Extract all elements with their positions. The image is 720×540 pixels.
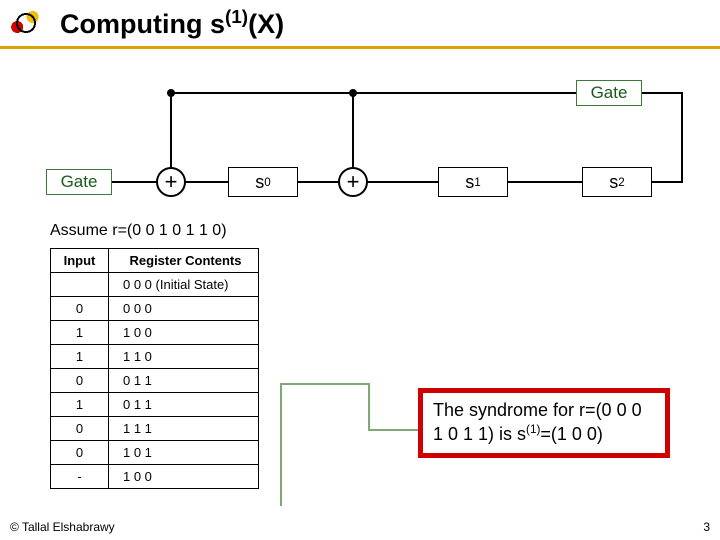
cell-input: 1 (51, 393, 109, 417)
table-row: 11 1 0 (51, 345, 259, 369)
cell-register: 1 1 1 (109, 417, 259, 441)
table-row: -1 0 0 (51, 465, 259, 489)
cell-input: 0 (51, 369, 109, 393)
footer-page-number: 3 (703, 520, 710, 534)
callout-line-h2 (368, 429, 418, 431)
cell-input: 0 (51, 441, 109, 465)
table-row: 00 1 1 (51, 369, 259, 393)
table-row: 01 0 1 (51, 441, 259, 465)
th-input: Input (51, 249, 109, 273)
table-row: 0 0 0 (Initial State) (51, 273, 259, 297)
assume-text: Assume r=(0 0 1 0 1 1 0) (50, 222, 227, 240)
wire-feedback-right (681, 92, 683, 183)
cell-input: 1 (51, 321, 109, 345)
wire-feedback-right-h (642, 92, 683, 94)
table-row: 01 1 1 (51, 417, 259, 441)
adder-1: + (156, 167, 186, 197)
title-rule (0, 46, 720, 49)
table-row: 11 0 0 (51, 321, 259, 345)
callout-line-h1 (280, 383, 370, 385)
cell-register: 0 0 0 (109, 297, 259, 321)
cell-register: 1 0 1 (109, 441, 259, 465)
table-body: 0 0 0 (Initial State)00 0 011 0 011 1 00… (51, 273, 259, 489)
table-header-row: Input Register Contents (51, 249, 259, 273)
th-reg: Register Contents (109, 249, 259, 273)
node-tap-1 (167, 89, 175, 97)
cell-register: 0 0 0 (Initial State) (109, 273, 259, 297)
cell-register: 1 0 0 (109, 465, 259, 489)
register-s1: s1 (438, 167, 508, 197)
slide-header: Computing s(1)(X) (0, 0, 720, 46)
cell-register: 0 1 1 (109, 369, 259, 393)
callout-line-v2 (368, 383, 370, 431)
cell-input (51, 273, 109, 297)
logo-icon (4, 3, 48, 43)
input-gate-box: Gate (46, 169, 112, 195)
wire-fb-to-adder1 (170, 92, 172, 168)
cell-input: 0 (51, 297, 109, 321)
table-row: 00 0 0 (51, 297, 259, 321)
wire-fb-to-adder2 (352, 92, 354, 168)
slide-footer: © Tallal Elshabrawy 3 (10, 520, 710, 534)
cell-input: 1 (51, 345, 109, 369)
callout-line-v1 (280, 383, 282, 506)
cell-register: 1 1 0 (109, 345, 259, 369)
syndrome-result-box: The syndrome for r=(0 0 0 1 0 1 1) is s(… (418, 388, 670, 458)
register-s0: s0 (228, 167, 298, 197)
cell-input: - (51, 465, 109, 489)
cell-register: 0 1 1 (109, 393, 259, 417)
register-s2: s2 (582, 167, 652, 197)
adder-2: + (338, 167, 368, 197)
lfsr-circuit: Gate Gate + s0 + s1 s2 (0, 60, 720, 220)
state-table: Input Register Contents 0 0 0 (Initial S… (50, 248, 259, 489)
cell-input: 0 (51, 417, 109, 441)
feedback-gate-box: Gate (576, 80, 642, 106)
footer-copyright: © Tallal Elshabrawy (10, 520, 115, 534)
slide-title: Computing s(1)(X) (60, 7, 284, 40)
cell-register: 1 0 0 (109, 321, 259, 345)
node-tap-2 (349, 89, 357, 97)
wire-feedback-top (170, 92, 576, 94)
table-row: 10 1 1 (51, 393, 259, 417)
